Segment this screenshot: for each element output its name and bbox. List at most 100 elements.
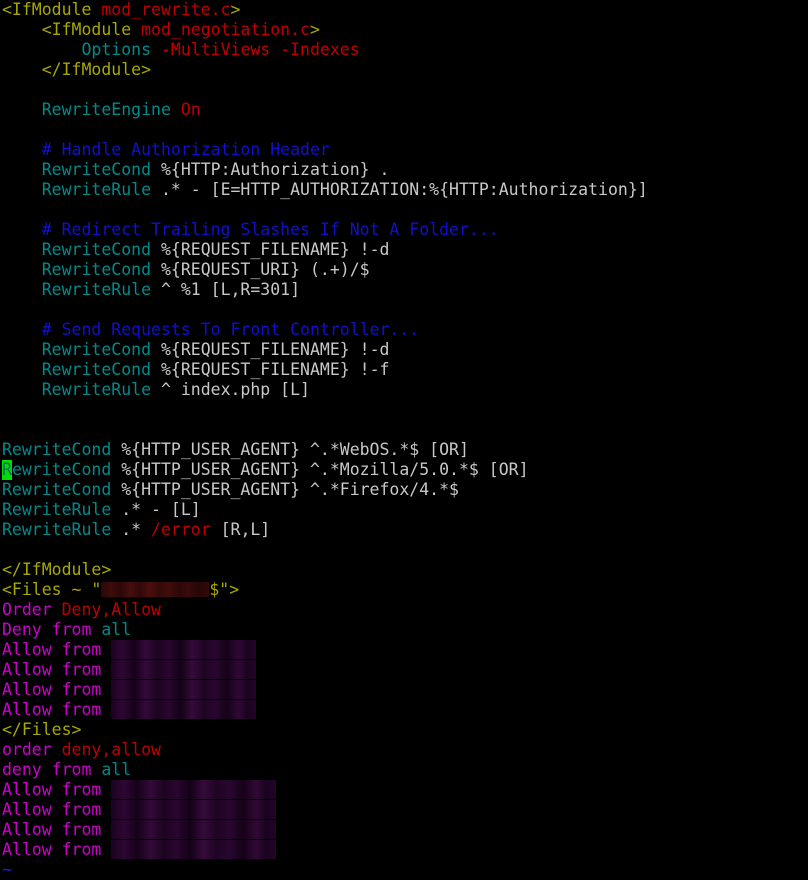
code-line[interactable]: RewriteCond %{HTTP_USER_AGENT} ^.*WebOS.… [0,440,808,460]
code-line[interactable]: Allow from [0,820,808,840]
code-line[interactable]: Allow from [0,700,808,720]
token-directive: RewriteEngine [42,100,181,119]
indent [2,280,42,299]
code-line[interactable]: Order Deny,Allow [0,600,808,620]
token-arg: .* - [L] [111,500,200,519]
indent [2,340,42,359]
redacted-text [111,800,276,819]
code-line[interactable]: </Files> [0,720,808,740]
code-line[interactable]: RewriteEngine On [0,100,808,120]
token-arg: %{REQUEST_FILENAME} !-f [151,360,389,379]
code-line[interactable]: RewriteRule .* - [E=HTTP_AUTHORIZATION:%… [0,180,808,200]
redacted-text [111,780,276,799]
code-line[interactable]: deny from all [0,760,808,780]
token-deny: Allow from [2,680,111,699]
code-line[interactable]: RewriteCond %{REQUEST_URI} (.+)/$ [0,260,808,280]
terminal-screen[interactable]: <IfModule mod_rewrite.c> <IfModule mod_n… [0,0,808,860]
redacted-text [111,660,256,679]
token-tag: <IfModule [42,20,141,39]
token-allkw: all [101,620,131,639]
code-line[interactable]: Allow from [0,660,808,680]
indent [2,360,42,379]
token-tag: <IfModule [2,0,101,19]
token-directive: ewriteCond [12,460,111,479]
code-line[interactable]: RewriteCond %{HTTP:Authorization} . [0,160,808,180]
indent [2,140,42,159]
code-line[interactable]: ~ [0,860,808,880]
code-line[interactable] [0,420,808,440]
indent [2,260,42,279]
token-comment: # Send Requests To Front Controller... [42,320,420,339]
code-line[interactable] [0,400,808,420]
token-err: /error [151,520,211,539]
token-tilde: ~ [2,860,12,879]
code-line-cursor[interactable]: RewriteCond %{HTTP_USER_AGENT} ^.*Mozill… [0,460,808,480]
redacted-text [111,820,276,839]
indent [2,40,81,59]
token-deny: order [2,740,62,759]
token-value: -MultiViews -Indexes [161,40,360,59]
code-line[interactable]: RewriteRule .* - [L] [0,500,808,520]
indent [2,20,42,39]
indent [2,220,42,239]
code-line[interactable]: # Handle Authorization Header [0,140,808,160]
redacted-text [111,840,276,859]
code-line[interactable]: RewriteCond %{REQUEST_FILENAME} !-d [0,240,808,260]
code-line[interactable]: Allow from [0,800,808,820]
token-comment: # Redirect Trailing Slashes If Not A Fol… [42,220,499,239]
code-line[interactable]: RewriteCond %{HTTP_USER_AGENT} ^.*Firefo… [0,480,808,500]
code-line[interactable]: </IfModule> [0,60,808,80]
token-directive: RewriteCond [42,240,151,259]
token-directive: RewriteCond [42,340,151,359]
token-directive: RewriteRule [42,280,151,299]
token-value: allow [111,740,161,759]
token-value: Deny, [62,600,112,619]
token-arg: %{REQUEST_URI} (.+)/$ [151,260,370,279]
code-area[interactable]: <IfModule mod_rewrite.c> <IfModule mod_n… [0,0,808,880]
token-tag: > [230,0,240,19]
code-line[interactable]: RewriteRule .* /error [R,L] [0,520,808,540]
token-tag: $"> [209,580,239,599]
code-line[interactable] [0,200,808,220]
code-line[interactable]: <IfModule mod_rewrite.c> [0,0,808,20]
token-arg: ^ index.php [L] [151,380,310,399]
code-line[interactable]: Options -MultiViews -Indexes [0,40,808,60]
token-arg: [R,L] [211,520,271,539]
code-line[interactable]: RewriteRule ^ index.php [L] [0,380,808,400]
code-line[interactable]: </IfModule> [0,560,808,580]
indent [2,240,42,259]
code-line[interactable]: Allow from [0,780,808,800]
block-cursor[interactable]: R [2,460,12,480]
token-tag: </IfModule> [42,60,151,79]
code-line[interactable]: # Redirect Trailing Slashes If Not A Fol… [0,220,808,240]
token-directive: RewriteCond [42,160,151,179]
code-line[interactable]: Allow from [0,680,808,700]
token-allkw: all [101,760,131,779]
token-arg: %{HTTP_USER_AGENT} ^.*WebOS.*$ [OR] [111,440,469,459]
token-value: Allow [111,600,161,619]
code-line[interactable]: Deny from all [0,620,808,640]
code-line[interactable] [0,120,808,140]
code-line[interactable]: Allow from [0,840,808,860]
code-line[interactable]: <Files ~ " $"> [0,580,808,600]
code-line[interactable]: <IfModule mod_negotiation.c> [0,20,808,40]
code-line[interactable] [0,80,808,100]
token-tag: <Files ~ " [2,580,101,599]
code-line[interactable]: Allow from [0,640,808,660]
token-directive: RewriteCond [42,260,151,279]
code-line[interactable]: RewriteRule ^ %1 [L,R=301] [0,280,808,300]
token-deny: Order [2,600,62,619]
indent [2,320,42,339]
token-tag: </IfModule> [2,560,111,579]
code-line[interactable]: RewriteCond %{REQUEST_FILENAME} !-f [0,360,808,380]
redacted-text [111,700,256,719]
code-line[interactable]: # Send Requests To Front Controller... [0,320,808,340]
code-line[interactable]: order deny,allow [0,740,808,760]
token-deny: Allow from [2,800,111,819]
token-arg: .* [111,520,151,539]
code-line[interactable] [0,540,808,560]
redacted-text [111,680,256,699]
code-line[interactable] [0,300,808,320]
code-line[interactable]: RewriteCond %{REQUEST_FILENAME} !-d [0,340,808,360]
token-arg: .* - [E=HTTP_AUTHORIZATION:%{HTTP:Author… [151,180,648,199]
